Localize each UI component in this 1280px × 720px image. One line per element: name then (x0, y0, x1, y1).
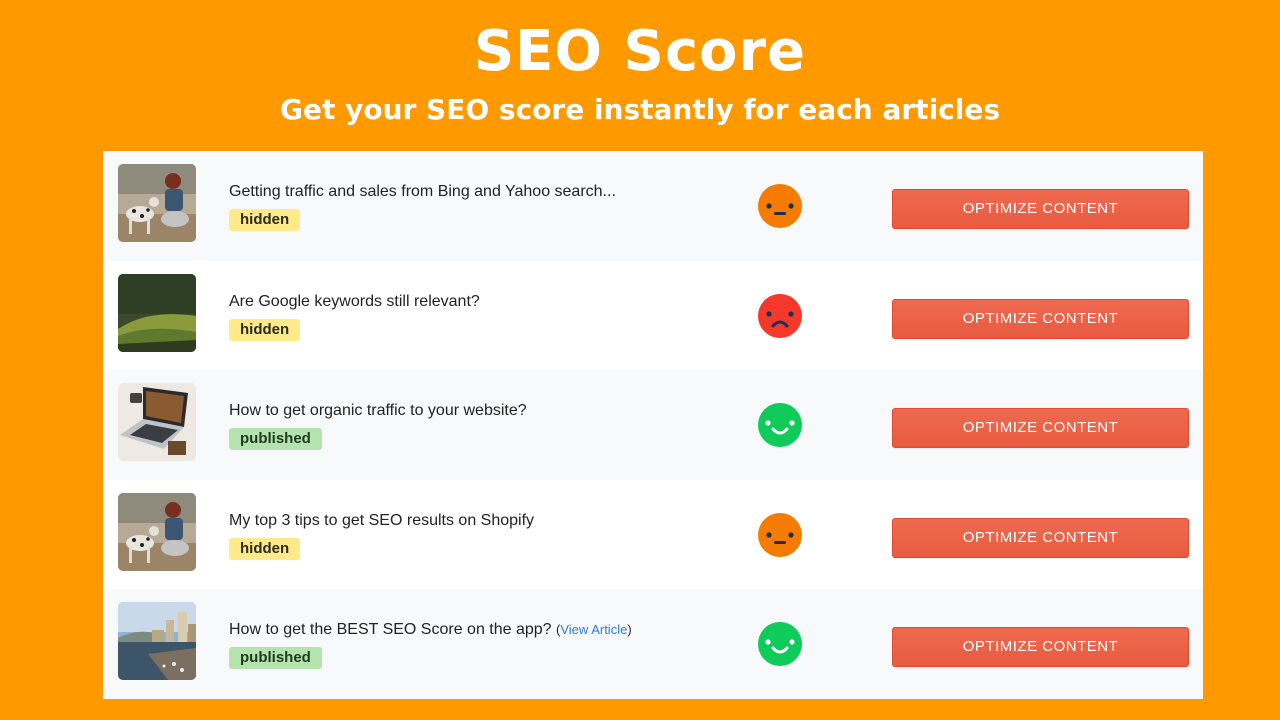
status-badge: published (229, 428, 322, 451)
article-title-text[interactable]: How to get the BEST SEO Score on the app… (229, 621, 552, 638)
status-badge: hidden (229, 537, 301, 560)
neutral-face-icon (758, 512, 802, 557)
status-badge: hidden (229, 318, 301, 341)
city-waterfront-image (118, 602, 196, 681)
article-title[interactable]: How to get organic traffic to your websi… (229, 402, 527, 420)
optimize-content-button[interactable]: OPTIMIZE CONTENT (892, 298, 1189, 339)
view-article-link[interactable]: View Article (560, 622, 627, 637)
page-subtitle: Get your SEO score instantly for each ar… (279, 93, 1001, 126)
article-row: How to get organic traffic to your websi… (103, 370, 1203, 480)
article-title[interactable]: My top 3 tips to get SEO results on Shop… (229, 512, 534, 530)
happy-face-icon (758, 622, 802, 667)
status-badge: hidden (229, 209, 301, 231)
happy-face-icon (758, 403, 802, 448)
article-title[interactable]: Getting traffic and sales from Bing and … (229, 183, 616, 201)
article-row: My top 3 tips to get SEO results on Shop… (103, 480, 1203, 590)
page-title: SEO Score (473, 19, 807, 84)
article-row: How to get the BEST SEO Score on the app… (103, 589, 1203, 699)
articles-list: Getting traffic and sales from Bing and … (103, 151, 1203, 699)
article-title[interactable]: Are Google keywords still relevant? (229, 293, 480, 311)
woman-with-dog-image (118, 164, 196, 242)
woman-with-dog-image (118, 492, 196, 571)
forest-hillside-image (118, 273, 196, 352)
article-row: Getting traffic and sales from Bing and … (103, 151, 1203, 261)
optimize-content-button[interactable]: OPTIMIZE CONTENT (892, 627, 1189, 668)
optimize-content-button[interactable]: OPTIMIZE CONTENT (892, 408, 1189, 449)
optimize-content-button[interactable]: OPTIMIZE CONTENT (892, 517, 1189, 558)
article-row: Are Google keywords still relevant? hidd… (103, 261, 1203, 371)
optimize-content-button[interactable]: OPTIMIZE CONTENT (892, 189, 1189, 229)
laptop-desk-image (118, 383, 196, 462)
status-badge: published (229, 647, 322, 670)
neutral-face-icon (758, 184, 802, 228)
paren-close: ) (627, 622, 632, 638)
article-title: How to get the BEST SEO Score on the app… (229, 621, 632, 639)
sad-face-icon (758, 293, 802, 338)
